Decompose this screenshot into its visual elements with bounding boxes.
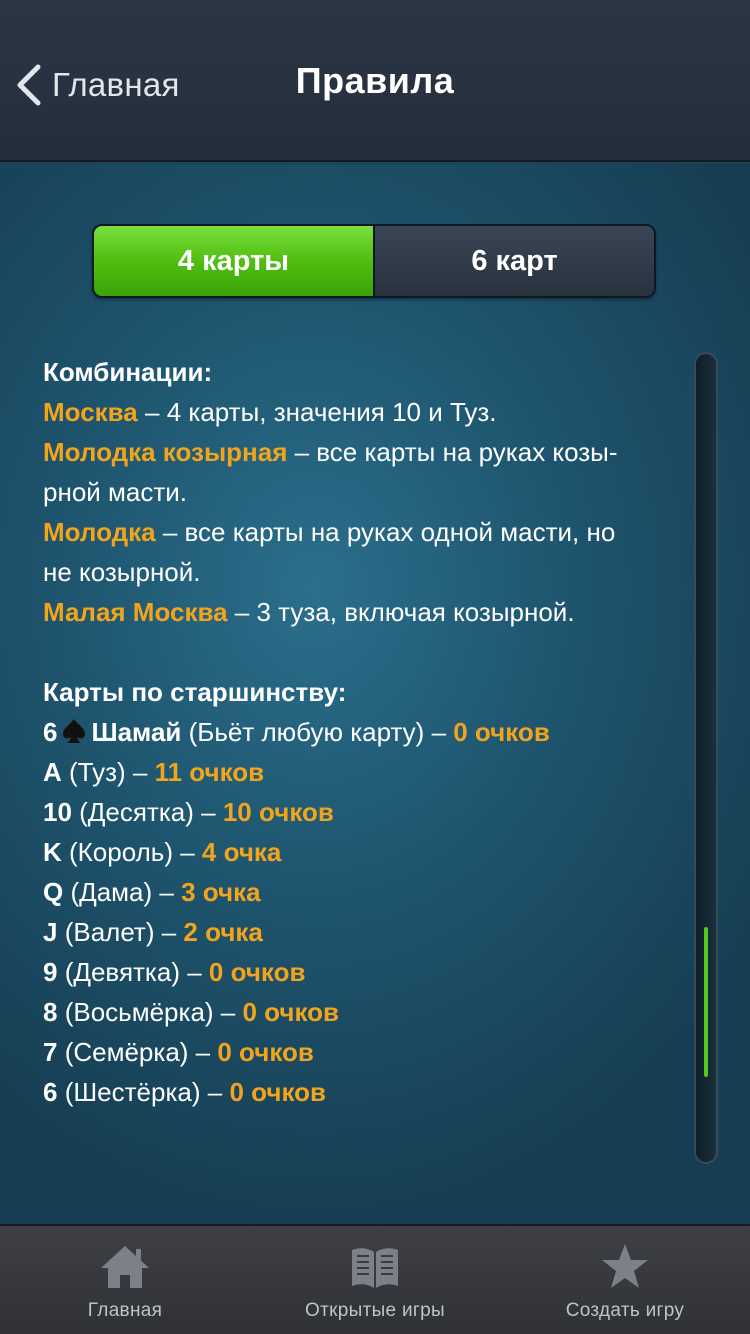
tab-create-game[interactable]: Создать игру [500, 1226, 750, 1334]
card-name: (Король) – [61, 837, 202, 867]
ranking-item-special: 6 Шамай (Бьёт любую карту) – 0 очков [43, 712, 683, 752]
card-name: Шамай [91, 717, 182, 747]
card-points: 3 очка [181, 877, 261, 907]
combination-item: Малая Москва – 3 туза, включая козырной. [43, 592, 683, 632]
card-points: 0 очков [208, 957, 306, 987]
card-name: (Семёрка) – [57, 1037, 218, 1067]
card-rank: 7 [43, 1037, 58, 1067]
card-points: 0 очков [217, 1037, 314, 1067]
tab-home[interactable]: Главная [0, 1226, 250, 1334]
card-count-segmented-control: 4 карты 6 карт [92, 224, 656, 298]
ranking-item: A (Туз) – 11 очков [43, 752, 683, 792]
ranking-item: K (Король) – 4 очка [43, 832, 683, 872]
segment-4-cards[interactable]: 4 карты [94, 226, 373, 296]
combination-name: Малая Москва [43, 597, 228, 627]
card-rank: 10 [43, 797, 72, 827]
card-name: (Десятка) – [71, 797, 223, 827]
ranking-item: 7 (Семёрка) – 0 очков [43, 1032, 683, 1072]
combination-item: Молодка козырная – все карты на руках ко… [43, 432, 683, 472]
card-points: 0 очков [229, 1077, 327, 1107]
page-title: Правила [295, 60, 455, 101]
card-rank: 6 [43, 717, 58, 747]
tab-label: Открытые игры [305, 1300, 445, 1321]
ranking-item: 10 (Десятка) – 10 очков [43, 792, 683, 832]
star-icon [602, 1244, 648, 1288]
tab-label: Главная [87, 1300, 163, 1321]
card-desc: (Бьёт любую карту) – [181, 717, 454, 747]
rules-content: 4 карты 6 карт Комбинации: Москва – 4 ка… [0, 164, 750, 1224]
combination-item: Москва – 4 карты, значения 10 и Туз. [43, 392, 683, 432]
tab-bar: Главная Открытые игры Создать игру [0, 1224, 750, 1334]
card-rank: 6 [43, 1077, 58, 1107]
card-rank: K [43, 837, 62, 867]
home-icon [101, 1246, 149, 1288]
navigation-bar: Главная Правила [0, 0, 750, 162]
card-name: (Валет) – [57, 917, 184, 947]
card-rank: Q [43, 877, 64, 907]
combination-desc: – все карты на руках козы- [287, 437, 618, 467]
card-name: (Шестёрка) – [57, 1077, 230, 1107]
combination-item: Молодка – все карты на руках одной масти… [43, 512, 683, 552]
card-rank: J [43, 917, 58, 947]
card-name: (Девятка) – [57, 957, 209, 987]
combination-name: Молодка [43, 517, 156, 547]
combination-desc: – 3 туза, включая козырной. [227, 597, 575, 627]
segment-6-cards[interactable]: 6 карт [373, 226, 654, 296]
card-points: 10 очков [222, 797, 334, 827]
card-points: 4 очка [201, 837, 282, 867]
card-rank: A [43, 757, 62, 787]
rules-text: Комбинации: Москва – 4 карты, значения 1… [43, 352, 683, 1112]
card-points: 11 очков [154, 757, 265, 787]
card-name: (Восьмёрка) – [57, 997, 243, 1027]
spade-icon [63, 719, 86, 743]
ranking-item: Q (Дама) – 3 очка [43, 872, 683, 912]
card-points: 2 очка [183, 917, 263, 947]
ranking-heading: Карты по старшинству: [43, 677, 347, 707]
card-points: 0 очков [453, 717, 550, 747]
combination-name: Молодка козырная [43, 437, 288, 467]
card-rank: 9 [43, 957, 58, 987]
tab-open-games[interactable]: Открытые игры [250, 1226, 500, 1334]
combination-desc-continued: рной масти. [43, 477, 188, 507]
tab-label: Создать игру [565, 1300, 685, 1321]
card-points: 0 очков [242, 997, 340, 1027]
ranking-item: 6 (Шестёрка) – 0 очков [43, 1072, 683, 1112]
combination-desc: – 4 карты, значения 10 и Туз. [137, 397, 497, 427]
combination-name: Москва [43, 397, 138, 427]
ranking-item: 9 (Девятка) – 0 очков [43, 952, 683, 992]
scrollbar-track[interactable] [694, 352, 718, 1164]
ranking-item: J (Валет) – 2 очка [43, 912, 683, 952]
combination-desc: – все карты на руках одной масти, но [155, 517, 616, 547]
scrollbar-thumb[interactable] [704, 927, 708, 1077]
card-rank: 8 [43, 997, 58, 1027]
card-name: (Туз) – [61, 757, 155, 787]
card-name: (Дама) – [63, 877, 182, 907]
combination-desc-continued: не козырной. [43, 557, 201, 587]
ranking-item: 8 (Восьмёрка) – 0 очков [43, 992, 683, 1032]
combinations-heading: Комбинации: [43, 357, 213, 387]
book-icon [352, 1248, 398, 1288]
